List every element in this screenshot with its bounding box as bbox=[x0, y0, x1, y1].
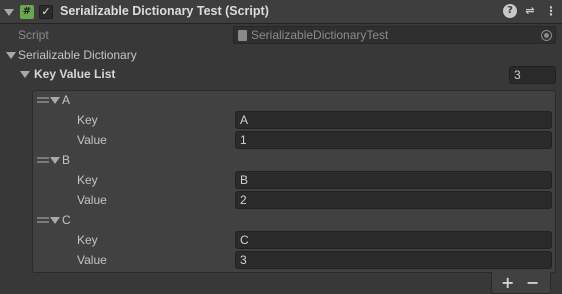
list-size-field[interactable]: 3 bbox=[509, 66, 556, 84]
component-header[interactable]: # ✓ Serializable Dictionary Test (Script… bbox=[0, 0, 562, 24]
value-label: Value bbox=[77, 193, 107, 207]
key-label: Key bbox=[77, 173, 98, 187]
element-foldout-icon[interactable] bbox=[50, 217, 60, 224]
list-label[interactable]: Key Value List bbox=[34, 67, 115, 81]
value-label: Value bbox=[77, 133, 107, 147]
key-field[interactable]: B bbox=[235, 171, 552, 189]
drag-handle-icon[interactable] bbox=[37, 157, 49, 163]
value-field[interactable]: 2 bbox=[235, 191, 552, 209]
key-field[interactable]: C bbox=[235, 231, 552, 249]
dictionary-label[interactable]: Serializable Dictionary bbox=[18, 48, 137, 62]
script-asset-icon bbox=[238, 30, 247, 41]
inspector-component: # ✓ Serializable Dictionary Test (Script… bbox=[0, 0, 562, 294]
component-foldout-icon[interactable] bbox=[4, 9, 14, 16]
object-picker-dot bbox=[544, 33, 549, 38]
drag-handle-icon[interactable] bbox=[37, 217, 49, 223]
list-foldout-icon[interactable] bbox=[20, 71, 30, 78]
script-label: Script bbox=[18, 28, 49, 42]
script-icon: # bbox=[20, 5, 34, 19]
element-name[interactable]: C bbox=[62, 213, 71, 227]
value-field[interactable]: 1 bbox=[235, 131, 552, 149]
drag-handle-icon[interactable] bbox=[37, 97, 49, 103]
element-foldout-icon[interactable] bbox=[50, 157, 60, 164]
script-object-field[interactable]: SerializableDictionaryTest bbox=[233, 26, 556, 44]
element-foldout-icon[interactable] bbox=[50, 97, 60, 104]
preset-icon[interactable]: ⇌ bbox=[523, 4, 537, 18]
element-name[interactable]: B bbox=[62, 153, 70, 167]
context-menu-icon[interactable]: ⋮ bbox=[544, 4, 558, 18]
component-title: Serializable Dictionary Test (Script) bbox=[60, 4, 269, 18]
object-picker-icon[interactable] bbox=[541, 30, 552, 41]
value-label: Value bbox=[77, 253, 107, 267]
key-label: Key bbox=[77, 233, 98, 247]
key-label: Key bbox=[77, 113, 98, 127]
script-object-name: SerializableDictionaryTest bbox=[251, 28, 389, 42]
add-element-button[interactable]: + bbox=[501, 275, 514, 291]
list-footer bbox=[491, 272, 551, 294]
remove-element-button[interactable]: − bbox=[526, 275, 539, 291]
element-name[interactable]: A bbox=[62, 93, 70, 107]
dictionary-foldout-icon[interactable] bbox=[6, 52, 16, 59]
enabled-checkbox[interactable]: ✓ bbox=[39, 5, 53, 19]
help-icon[interactable]: ? bbox=[503, 4, 517, 18]
key-field[interactable]: A bbox=[235, 111, 552, 129]
value-field[interactable]: 3 bbox=[235, 251, 552, 269]
